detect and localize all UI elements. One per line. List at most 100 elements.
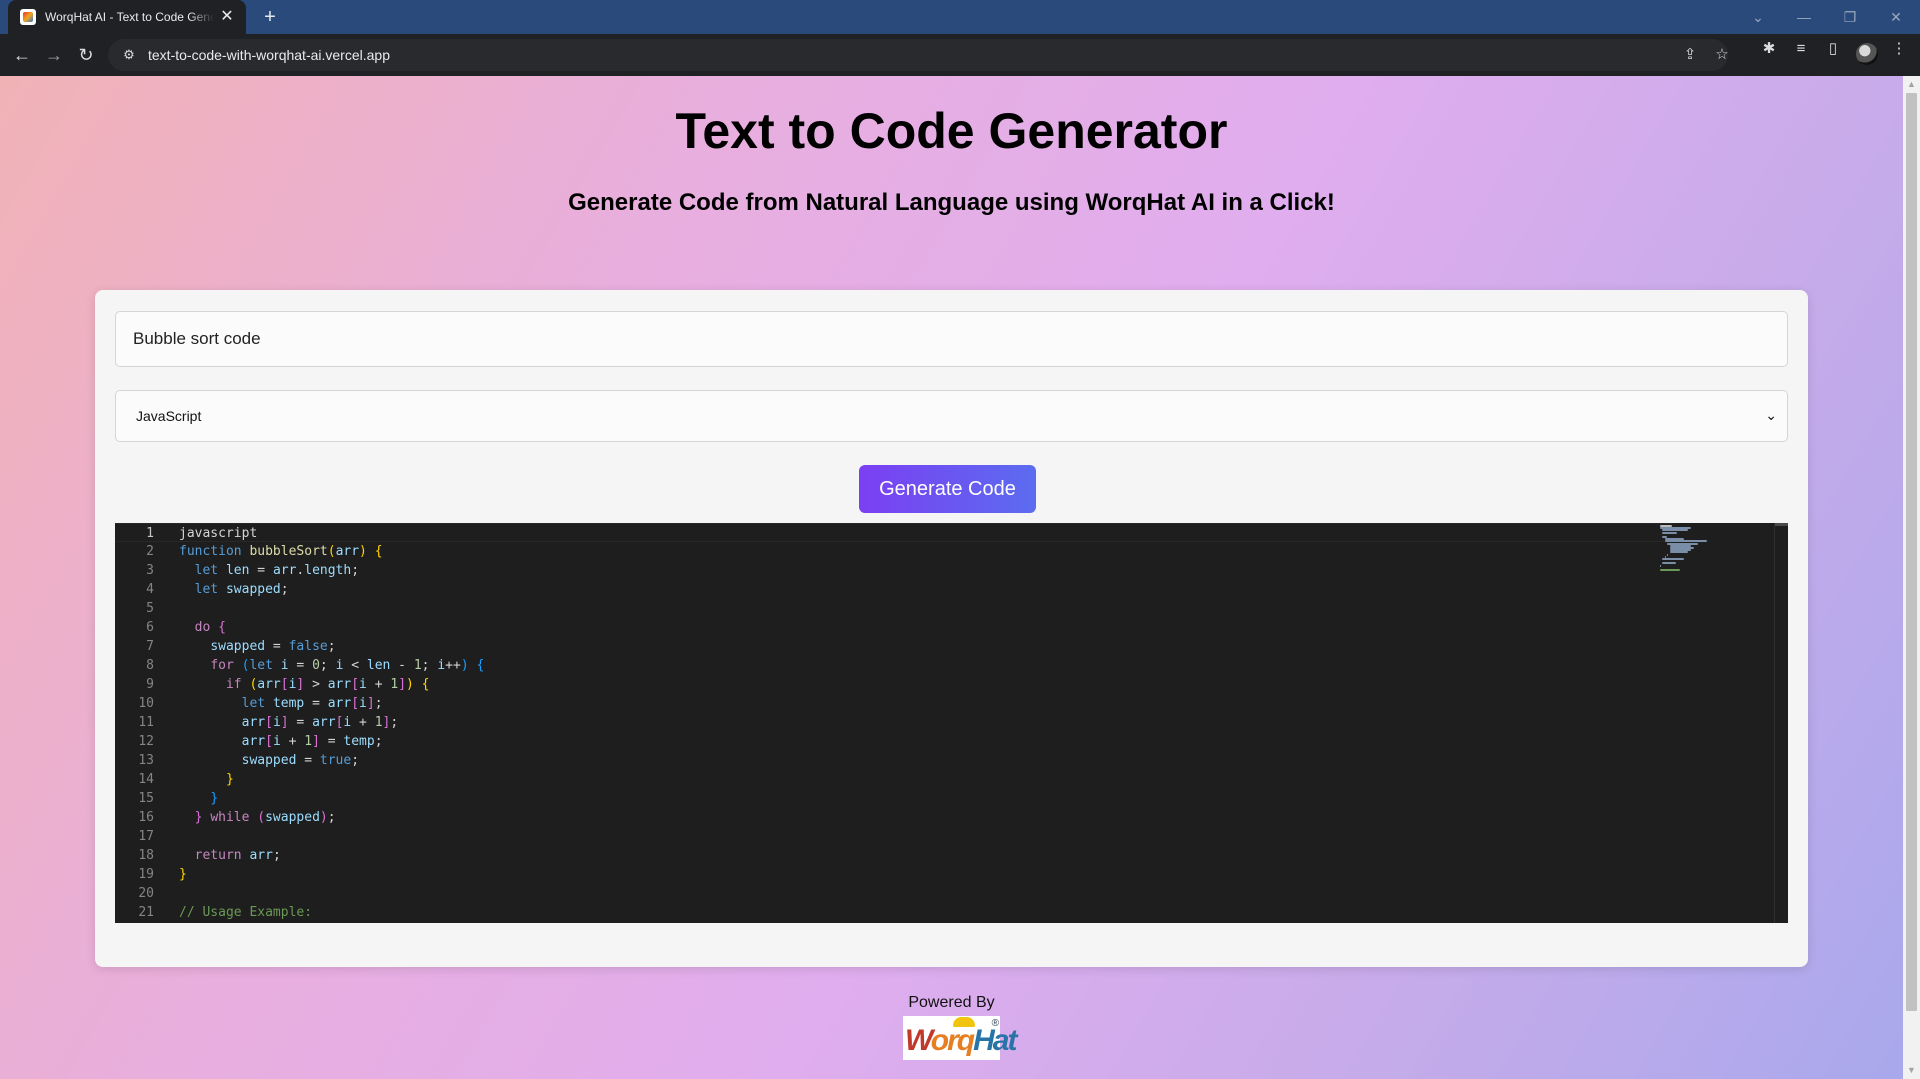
code-text: function bubbleSort(arr) { [179, 544, 383, 559]
line-number: 4 [146, 582, 154, 597]
url-text[interactable]: text-to-code-with-worqhat-ai.vercel.app [148, 47, 390, 63]
code-line[interactable]: 16 } while (swapped); [115, 808, 1675, 827]
code-text: swapped = false; [210, 639, 336, 654]
line-number: 12 [138, 734, 154, 749]
code-line[interactable]: 2 function bubbleSort(arr) { [115, 542, 1675, 561]
line-number: 8 [146, 658, 154, 673]
line-number: 16 [138, 810, 154, 825]
line-number: 3 [146, 563, 154, 578]
generator-card: JavaScript ⌄ Generate Code 1 javascript 2 f… [95, 290, 1808, 967]
code-line[interactable]: 5 [115, 599, 1675, 618]
tab-title: WorqHat AI - Text to Code Generator [45, 10, 214, 24]
code-line[interactable]: 1 javascript [115, 523, 1675, 542]
code-line[interactable]: 12 arr[i + 1] = temp; [115, 732, 1675, 751]
minimize-icon[interactable]: — [1788, 5, 1820, 29]
code-line[interactable]: 10 let temp = arr[i]; [115, 694, 1675, 713]
generate-code-button[interactable]: Generate Code [859, 465, 1036, 513]
restore-icon[interactable]: ❐ [1834, 5, 1866, 29]
code-text: let swapped; [194, 582, 289, 597]
code-text: let temp = arr[i]; [241, 696, 383, 711]
code-text: javascript [179, 526, 258, 541]
scroll-thumb[interactable] [1906, 93, 1917, 1011]
line-number: 18 [138, 848, 154, 863]
language-select[interactable]: JavaScript ⌄ [115, 390, 1788, 442]
editor-scrollbar[interactable] [1774, 523, 1788, 923]
code-line[interactable]: 7 swapped = false; [115, 637, 1675, 656]
side-panel-icon[interactable]: ▯ [1822, 38, 1844, 60]
registered-mark: ® [991, 1018, 999, 1029]
editor-minimap[interactable] [1660, 525, 1720, 573]
code-text: if (arr[i] > arr[i + 1]) { [225, 677, 430, 692]
line-number: 6 [146, 620, 154, 635]
page-viewport: Text to Code Generator Generate Code fro… [0, 76, 1903, 1079]
minimap-line [1662, 562, 1676, 565]
browser-menu-icon[interactable]: ⋮ [1888, 38, 1910, 60]
code-line[interactable]: 8 for (let i = 0; i < len - 1; i++) { [115, 656, 1675, 675]
minimap-line [1669, 551, 1688, 554]
code-line[interactable]: 17 [115, 827, 1675, 846]
page-title: Text to Code Generator [675, 103, 1228, 159]
code-text: } [225, 772, 234, 787]
site-info-icon[interactable]: ⚙ [120, 46, 138, 64]
chevron-down-icon: ⌄ [1765, 407, 1777, 423]
code-line[interactable]: 9 if (arr[i] > arr[i + 1]) { [115, 675, 1675, 694]
line-number: 2 [146, 544, 154, 559]
forward-icon[interactable]: → [40, 41, 68, 69]
line-number: 15 [138, 791, 154, 806]
code-line[interactable]: 21 // Usage Example: [115, 903, 1675, 922]
back-icon[interactable]: ← [8, 41, 36, 69]
code-line[interactable]: 18 return arr; [115, 846, 1675, 865]
line-number: 17 [138, 829, 154, 844]
language-selected-value: JavaScript [136, 408, 202, 424]
extensions-icon[interactable]: ✱ [1758, 38, 1780, 60]
code-line[interactable]: 3 let len = arr.length; [115, 561, 1675, 580]
prompt-input[interactable] [115, 311, 1788, 367]
tab-search-icon[interactable]: ⌄ [1742, 5, 1774, 29]
bookmark-star-icon[interactable]: ☆ [1712, 46, 1732, 64]
minimap-line [1660, 564, 1662, 567]
logo-wordmark-part: orq [930, 1024, 975, 1057]
reload-icon[interactable]: ↻ [72, 41, 100, 69]
browser-tabstrip: WorqHat AI - Text to Code Generator ✕ + … [0, 0, 1920, 34]
line-number: 19 [138, 867, 154, 882]
page-scrollbar[interactable]: ▲ ▼ [1903, 76, 1920, 1079]
address-bar[interactable]: ⚙ text-to-code-with-worqhat-ai.vercel.ap… [108, 39, 1729, 71]
code-text: arr[i] = arr[i + 1]; [241, 715, 399, 730]
logo-wordmark: WorqHat [905, 1024, 1017, 1058]
minimap-line [1667, 553, 1669, 556]
line-number: 21 [138, 905, 154, 920]
worqhat-favicon-icon [20, 9, 36, 25]
code-line[interactable]: 6 do { [115, 618, 1675, 637]
profile-avatar[interactable] [1856, 43, 1878, 65]
code-line[interactable]: 11 arr[i] = arr[i + 1]; [115, 713, 1675, 732]
scroll-down-arrow-icon[interactable]: ▼ [1903, 1062, 1920, 1079]
window-close-icon[interactable]: ✕ [1880, 5, 1912, 29]
code-text: } [179, 867, 187, 882]
code-editor[interactable]: 1 javascript 2 function bubbleSort(arr) { 3 … [115, 523, 1788, 923]
code-line[interactable]: 14 } [115, 770, 1675, 789]
code-text: } [210, 791, 219, 806]
minimap-line [1660, 569, 1681, 571]
line-number: 5 [146, 601, 154, 616]
logo-wordmark-part: W [905, 1024, 933, 1057]
code-line[interactable]: 20 [115, 884, 1675, 903]
code-line[interactable]: 13 swapped = true; [115, 751, 1675, 770]
close-tab-icon[interactable]: ✕ [218, 8, 236, 26]
new-tab-button[interactable]: + [258, 5, 282, 29]
browser-tab[interactable]: WorqHat AI - Text to Code Generator ✕ [8, 0, 246, 34]
code-line[interactable]: 19} [115, 865, 1675, 884]
scroll-up-arrow-icon[interactable]: ▲ [1903, 76, 1920, 93]
share-icon[interactable]: ⇪ [1680, 46, 1700, 64]
code-text: for (let i = 0; i < len - 1; i++) { [210, 658, 485, 673]
media-controls-icon[interactable]: ≡ [1790, 38, 1812, 60]
code-line[interactable]: 4 let swapped; [115, 580, 1675, 599]
line-number: 10 [138, 696, 154, 711]
line-number: 13 [138, 753, 154, 768]
code-text: return arr; [194, 848, 281, 863]
line-number: 9 [146, 677, 154, 692]
worqhat-logo[interactable]: WorqHat ® [903, 1016, 1017, 1060]
code-text: // Usage Example: [179, 905, 313, 920]
code-line[interactable]: 15 } [115, 789, 1675, 808]
line-number: 7 [146, 639, 154, 654]
powered-by-text: Powered By [908, 994, 995, 1011]
